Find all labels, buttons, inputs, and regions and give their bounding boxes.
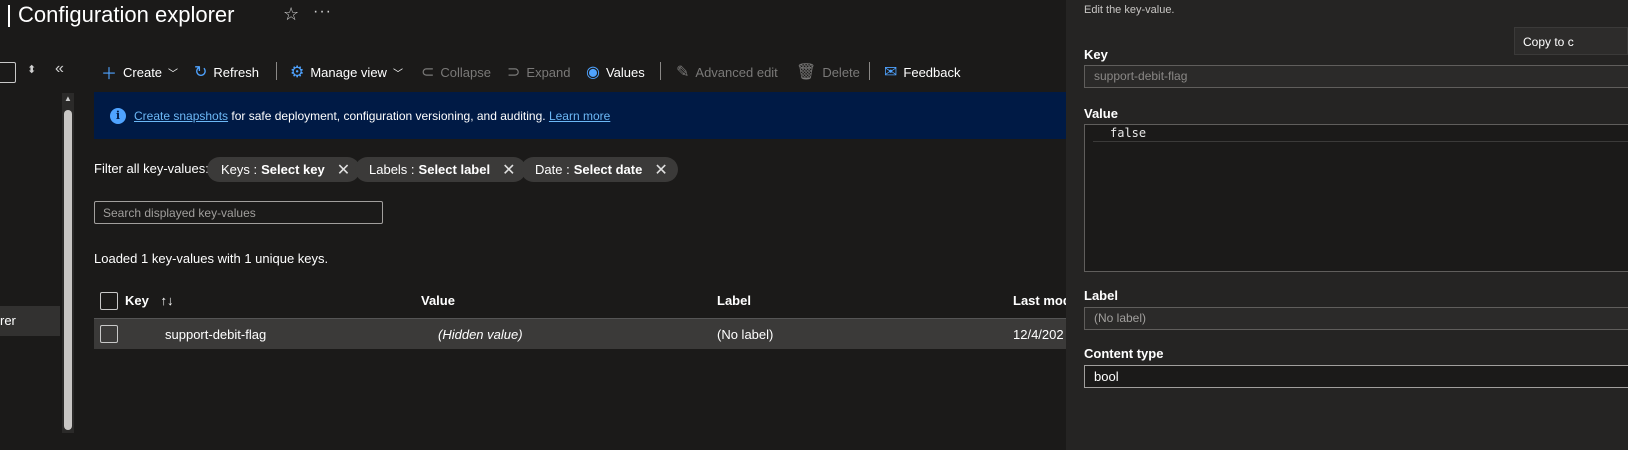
filter-name: Labels :: [369, 162, 415, 177]
value-field-label: Value: [1084, 106, 1118, 121]
row-key[interactable]: support-debit-flag: [165, 327, 266, 342]
toolbar-divider: [869, 62, 870, 80]
expand-icon: ⊃: [507, 64, 521, 81]
filter-name: Keys :: [221, 162, 258, 177]
expand-button[interactable]: ⊃ Expand: [507, 60, 571, 84]
create-button[interactable]: ＋ Create ﹀: [101, 60, 178, 84]
toolbar-divider: [660, 62, 661, 80]
advanced-edit-button[interactable]: ✎ Advanced edit: [676, 60, 778, 84]
collapse-button[interactable]: ⊂ Collapse: [421, 60, 491, 84]
value-editor-current-line: [1093, 126, 1628, 142]
chevron-down-icon: ﹀: [392, 68, 403, 80]
info-banner: i Create snapshots for safe deployment, …: [94, 92, 1066, 139]
filter-value: Select date: [573, 162, 643, 177]
pencil-icon: ✎: [676, 64, 690, 81]
refresh-button[interactable]: ↻ Refresh: [194, 60, 259, 84]
value-editor-text[interactable]: false: [1110, 126, 1146, 140]
panel-description: Edit the key-value.: [1084, 4, 1175, 16]
column-header-last-modified: Last mod: [1013, 293, 1066, 308]
values-label: Values: [605, 64, 645, 80]
trash-icon: 🗑: [796, 64, 817, 81]
filter-value: Select key: [261, 162, 325, 177]
column-header-value: Value: [421, 293, 455, 308]
chevron-down-icon: ﹀: [168, 68, 179, 80]
title-separator: [8, 5, 10, 27]
values-button[interactable]: ◉ Values: [586, 60, 645, 84]
plus-icon: ＋: [101, 66, 118, 83]
loaded-status: Loaded 1 key-values with 1 unique keys.: [94, 251, 329, 266]
create-snapshots-link[interactable]: Create snapshots: [134, 109, 228, 123]
sidebar-search-box[interactable]: [0, 62, 16, 83]
expand-collapse-icon[interactable]: ⬍: [27, 63, 36, 76]
feedback-button[interactable]: ✉ Feedback: [884, 60, 961, 84]
search-input[interactable]: [94, 201, 383, 224]
collapse-label: Collapse: [440, 64, 491, 80]
key-field: support-debit-flag: [1084, 65, 1628, 88]
scrollbar-thumb[interactable]: [64, 110, 72, 430]
info-icon: i: [110, 107, 126, 124]
gear-icon: ⚙: [290, 64, 305, 81]
date-filter-pill[interactable]: Date : Select date ✕: [521, 157, 678, 182]
collapse-icon: ⊂: [421, 64, 435, 81]
learn-more-link[interactable]: Learn more: [549, 109, 610, 123]
column-header-key[interactable]: Key ↑↓: [125, 293, 173, 308]
delete-button[interactable]: 🗑 Delete: [796, 60, 860, 84]
page-title: Configuration explorer: [18, 2, 235, 27]
close-icon[interactable]: ✕: [654, 160, 667, 180]
refresh-icon: ↻: [194, 64, 208, 81]
column-header-label: Key: [125, 293, 149, 308]
keys-filter-pill[interactable]: Keys : Select key ✕: [207, 157, 361, 182]
labels-filter-pill[interactable]: Labels : Select label ✕: [355, 157, 526, 182]
more-icon[interactable]: ···: [313, 3, 332, 21]
scroll-up-arrow-icon[interactable]: ▲: [62, 93, 74, 105]
feedback-label: Feedback: [903, 64, 961, 80]
copy-tooltip: Copy to c: [1514, 27, 1628, 55]
advanced-edit-label: Advanced edit: [695, 64, 778, 80]
row-last-modified: 12/4/202: [1013, 327, 1064, 342]
label-field: (No label): [1084, 307, 1628, 330]
content-type-field[interactable]: bool: [1084, 365, 1628, 388]
row-label: (No label): [717, 327, 774, 342]
banner-text: for safe deployment, configuration versi…: [228, 108, 549, 123]
label-field-label: Label: [1084, 288, 1118, 303]
star-icon[interactable]: ☆: [283, 4, 299, 25]
eye-icon: ◉: [586, 64, 600, 81]
refresh-label: Refresh: [213, 64, 259, 80]
expand-label: Expand: [526, 64, 571, 80]
sort-icon[interactable]: ↑↓: [160, 293, 173, 308]
close-icon[interactable]: ✕: [337, 160, 350, 180]
filter-name: Date :: [535, 162, 570, 177]
feedback-icon: ✉: [884, 64, 898, 81]
manage-view-label: Manage view: [310, 64, 387, 80]
filter-label: Filter all key-values:: [94, 161, 209, 176]
column-header-label: Label: [717, 293, 751, 308]
close-icon[interactable]: ✕: [502, 160, 515, 180]
filter-value: Select label: [418, 162, 491, 177]
delete-label: Delete: [822, 64, 860, 80]
row-value: (Hidden value): [438, 327, 523, 342]
content-type-field-label: Content type: [1084, 346, 1164, 361]
create-label: Create: [123, 64, 163, 80]
value-editor[interactable]: [1084, 124, 1628, 272]
collapse-sidebar-icon[interactable]: «: [55, 60, 64, 78]
select-all-checkbox[interactable]: [100, 292, 118, 310]
toolbar-divider: [276, 62, 277, 80]
sidebar-item-label: rer: [0, 313, 16, 328]
key-field-label: Key: [1084, 47, 1108, 62]
row-checkbox[interactable]: [100, 325, 118, 343]
manage-view-button[interactable]: ⚙ Manage view ﹀: [290, 60, 403, 84]
